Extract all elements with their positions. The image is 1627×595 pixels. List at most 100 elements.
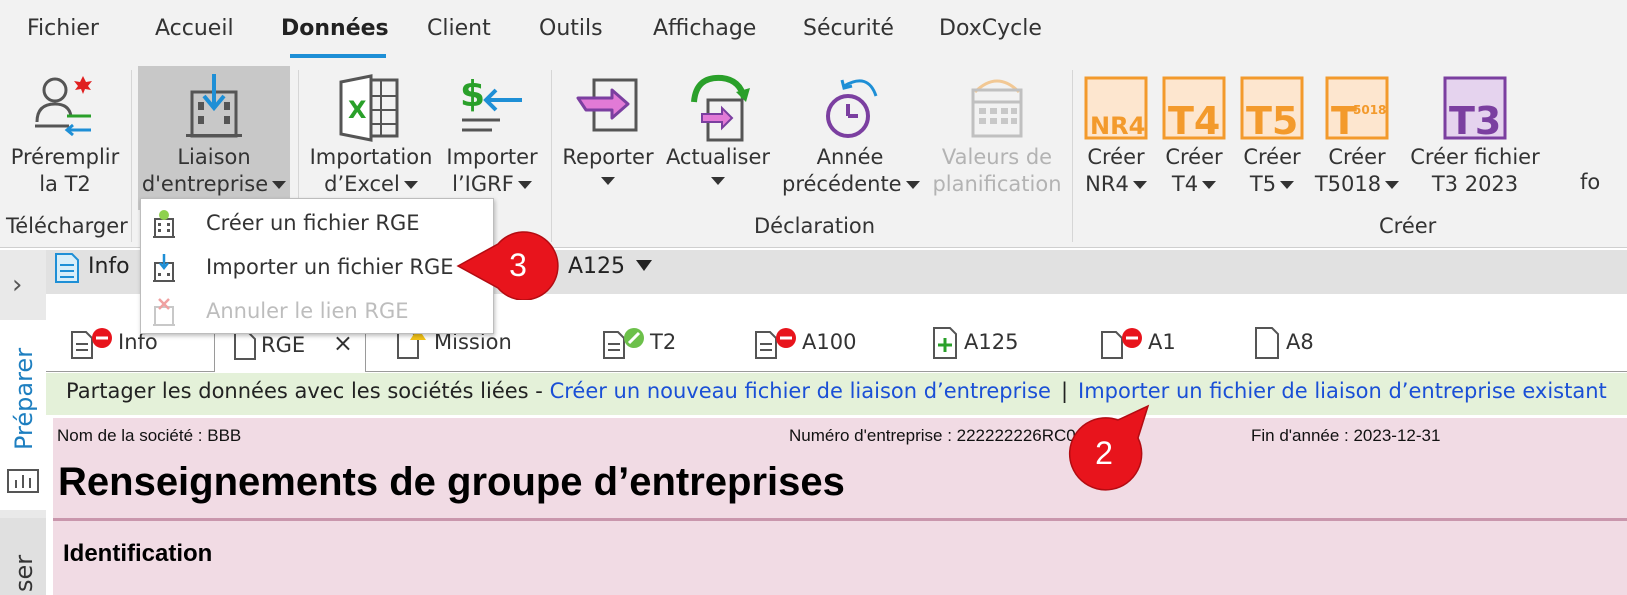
doc-tab-dropdown-icon[interactable]: [636, 260, 652, 271]
creer-t5018-label: Créer T5018: [1314, 144, 1400, 198]
menu-tab-doxcycle[interactable]: DoxCycle: [939, 16, 1042, 41]
reporter-button[interactable]: Reporter: [560, 66, 656, 210]
section-title: Identification: [63, 540, 213, 567]
calendar-icon: [971, 79, 1023, 138]
side-tab-other-label: ser: [10, 554, 38, 592]
dropdown-arrow-icon: [1202, 181, 1217, 189]
dropdown-arrow-icon: [1280, 181, 1295, 189]
menu-tab-securite[interactable]: Sécurité: [803, 16, 894, 41]
t4-form-icon: T4: [1162, 76, 1226, 143]
dollar-import-icon: $: [460, 74, 522, 132]
dropdown-arrow-icon: [1132, 181, 1147, 189]
building-unlink-icon: [153, 298, 175, 326]
document-icon: [55, 253, 79, 283]
annee-precedente-button[interactable]: Année précédente: [782, 66, 920, 210]
dropdown-arrow-icon: [272, 181, 287, 189]
importer-igrf-label: Importer l’IGRF: [444, 144, 540, 198]
t5-form-icon: T5: [1240, 76, 1304, 143]
ribbon-separator: [1072, 70, 1073, 242]
overflow-ribbon-label: fo: [1580, 170, 1601, 194]
creer-t5018-text: Créer T5018: [1314, 145, 1386, 196]
dropdown-arrow-icon: [1385, 181, 1400, 189]
share-bar-text: Partager les données avec les sociétés l…: [66, 379, 550, 403]
doc-icon: [1255, 327, 1279, 359]
liaison-label: Liaison d'entreprise: [138, 144, 290, 198]
importation-excel-label: Importation d’Excel: [306, 144, 436, 198]
form-body: Nom de la société : BBB Numéro d'entrepr…: [53, 418, 1627, 595]
form-tab-a8[interactable]: A8: [1254, 326, 1314, 368]
building-new-icon: [153, 210, 175, 238]
creer-t5018-button[interactable]: T 5018 Créer T5018: [1314, 66, 1400, 210]
doc-tab-info[interactable]: Info: [88, 254, 130, 279]
group-label-telecharger: Télécharger: [6, 214, 128, 238]
annee-precedente-text: Année précédente: [782, 145, 902, 196]
ribbon-separator: [131, 70, 132, 242]
doc-tab-a125[interactable]: A125: [568, 254, 625, 279]
menu-tab-outils[interactable]: Outils: [539, 16, 603, 41]
form-tab-a8-label: A8: [1286, 330, 1314, 354]
importation-excel-button[interactable]: X Importation d’Excel: [306, 66, 436, 210]
creer-nr4-button[interactable]: NR4 Créer NR4: [1080, 66, 1152, 210]
actualiser-button[interactable]: Actualiser: [662, 66, 774, 210]
preremplir-t2-button[interactable]: Préremplir la T2: [4, 66, 126, 210]
actualiser-text: Actualiser: [665, 145, 771, 169]
liaison-entreprise-button[interactable]: Liaison d'entreprise: [138, 66, 290, 210]
t5018-icon-text: 5018: [1353, 103, 1386, 117]
link-separator: |: [1060, 379, 1069, 403]
dropdown-arrow-icon: [517, 181, 532, 189]
form-tab-a100[interactable]: A100: [754, 326, 856, 368]
t3-icon-text: T3: [1449, 99, 1501, 143]
t3-form-icon: T3: [1443, 76, 1507, 143]
menu-item-annuler-lien-rge[interactable]: Annuler le lien RGE: [141, 289, 493, 333]
refresh-icon: [691, 74, 750, 142]
annee-precedente-label: Année précédente: [782, 144, 920, 198]
create-link-file-link[interactable]: Créer un nouveau fichier de liaison d’en…: [550, 379, 1051, 403]
step-3-number: 3: [509, 247, 527, 283]
side-tab-other[interactable]: ser: [0, 518, 46, 595]
excel-icon: X: [339, 74, 399, 142]
expand-chevron-icon[interactable]: ›: [12, 270, 22, 300]
group-label-creer: Créer: [1379, 214, 1437, 238]
import-link-file-link[interactable]: Importer un fichier de liaison d’entrepr…: [1078, 379, 1607, 403]
svg-text:X: X: [348, 96, 367, 124]
doc-edit-icon: [603, 328, 644, 359]
company-name: Nom de la société : BBB: [57, 426, 242, 445]
active-tab-indicator: [290, 54, 386, 58]
left-side-panel: › Préparer ser: [0, 250, 46, 595]
menu-tab-fichier[interactable]: Fichier: [27, 16, 99, 41]
menu-item-creer-rge[interactable]: Créer un fichier RGE: [141, 201, 493, 245]
menu-tab-affichage[interactable]: Affichage: [653, 16, 756, 41]
creer-fichier-t3-label: Créer fichier T3 2023: [1410, 145, 1540, 196]
person-download-icon: [35, 76, 92, 137]
creer-t5-button[interactable]: T5 Créer T5: [1236, 66, 1308, 210]
menu-tab-client[interactable]: Client: [427, 16, 491, 41]
building-import-icon: [153, 254, 175, 282]
side-tab-preparer[interactable]: Préparer: [0, 320, 46, 510]
form-tab-t2[interactable]: T2: [602, 326, 676, 368]
building-import-icon: [186, 74, 242, 138]
clock-back-icon: [826, 79, 878, 138]
doc-error-icon: [755, 328, 796, 359]
liaison-dropdown-menu: Créer un fichier RGE Importer un fichier…: [140, 198, 494, 334]
svg-text:$: $: [460, 74, 485, 115]
nr4-icon-text: NR4: [1090, 112, 1145, 140]
importer-igrf-button[interactable]: $ Importer l’IGRF: [444, 66, 540, 210]
form-tab-a125-label: A125: [964, 330, 1019, 354]
menu-bar: Fichier Accueil Données Client Outils Af…: [0, 0, 1627, 66]
menu-tab-donnees[interactable]: Données: [281, 16, 389, 41]
form-tab-a1-label: A1: [1148, 330, 1176, 354]
creer-t4-button[interactable]: T4 Créer T4: [1158, 66, 1230, 210]
step-3-callout: 3: [456, 231, 559, 300]
form-tab-a1[interactable]: A1: [1100, 326, 1176, 368]
title-divider: [53, 518, 1627, 521]
menu-item-importer-rge[interactable]: Importer un fichier RGE: [141, 245, 493, 289]
t4-icon-text: T4: [1168, 99, 1220, 143]
creer-fichier-t3-button[interactable]: T3 Créer fichier T3 2023: [1408, 66, 1542, 210]
t5018-form-icon: T 5018: [1325, 76, 1389, 143]
form-title: Renseignements de groupe d’entreprises: [58, 460, 845, 504]
valeurs-planification-button[interactable]: Valeurs de planification: [930, 66, 1064, 210]
form-tab-t2-label: T2: [650, 330, 677, 354]
menu-tab-accueil[interactable]: Accueil: [155, 16, 234, 41]
group-label-declaration: Déclaration: [754, 214, 876, 238]
form-tab-a125[interactable]: A125: [932, 326, 1018, 368]
